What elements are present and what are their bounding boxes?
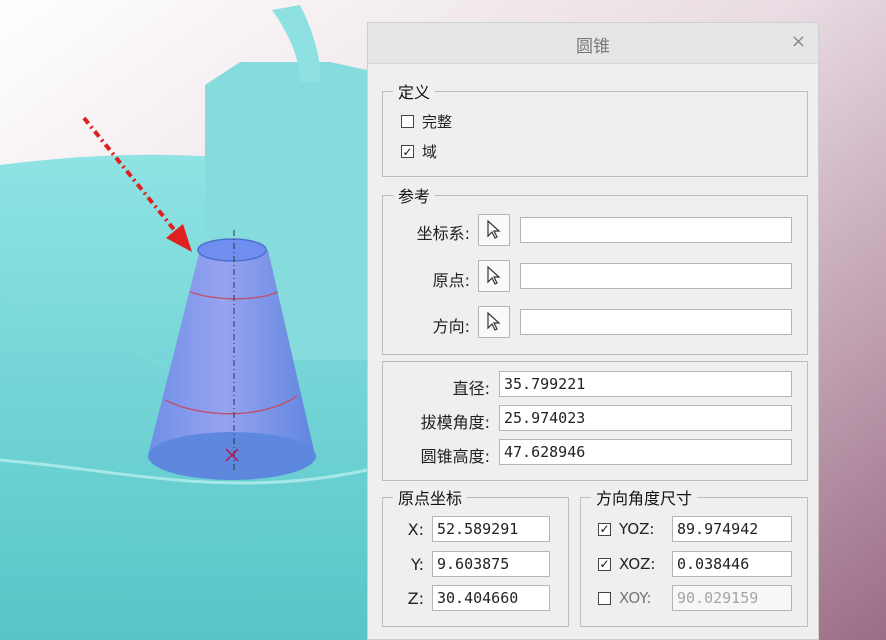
complete-label: 完整 — [422, 113, 453, 131]
xoz-label: XOZ: — [619, 555, 656, 573]
origin-x-input[interactable] — [432, 516, 550, 542]
xoy-label: XOY: — [619, 589, 652, 607]
direction-angles-legend: 方向角度尺寸 — [596, 489, 693, 508]
xoz-checkbox[interactable]: ✓ — [598, 557, 611, 571]
definition-legend: 定义 — [398, 83, 431, 102]
xoz-row[interactable]: ✓ XOZ: — [598, 555, 655, 573]
xoy-checkbox[interactable] — [598, 591, 611, 605]
origin-field[interactable] — [520, 263, 792, 289]
yoz-label: YOZ: — [619, 520, 655, 538]
origin-select-button[interactable] — [478, 260, 510, 292]
y-label: Y: — [410, 555, 424, 574]
z-label: Z: — [407, 589, 424, 608]
origin-y-input[interactable] — [432, 551, 550, 577]
x-label: X: — [407, 520, 424, 539]
direction-select-button[interactable] — [478, 306, 510, 338]
draft-angle-label: 拔模角度: — [420, 413, 490, 432]
yoz-input[interactable] — [672, 516, 792, 542]
origin-label: 原点: — [432, 271, 470, 290]
direction-field[interactable] — [520, 309, 792, 335]
reference-legend: 参考 — [398, 187, 431, 206]
yoz-row[interactable]: ✓ YOZ: — [598, 520, 654, 538]
cone-height-input[interactable] — [499, 439, 792, 465]
coord-system-field[interactable] — [520, 217, 792, 243]
complete-checkbox[interactable] — [401, 115, 414, 128]
complete-checkbox-row[interactable]: 完整 — [401, 111, 452, 132]
diameter-label: 直径: — [452, 379, 490, 398]
coord-system-select-button[interactable] — [478, 214, 510, 246]
dialog-title: 圆锥 — [576, 37, 610, 57]
origin-z-input[interactable] — [432, 585, 550, 611]
cone-height-label: 圆锥高度: — [420, 447, 490, 466]
direction-label: 方向: — [432, 317, 470, 336]
diameter-input[interactable] — [499, 371, 792, 397]
domain-checkbox-row[interactable]: ✓ 域 — [401, 141, 437, 162]
coord-system-label: 坐标系: — [416, 224, 470, 243]
xoy-row[interactable]: XOY: — [598, 589, 652, 607]
cursor-arrow-icon — [487, 220, 501, 239]
cursor-arrow-icon — [487, 312, 501, 331]
cursor-arrow-icon — [487, 266, 501, 285]
origin-coords-legend: 原点坐标 — [398, 489, 463, 508]
dialog-titlebar[interactable]: 圆锥 × — [368, 23, 818, 64]
domain-checkbox[interactable]: ✓ — [401, 145, 414, 158]
yoz-checkbox[interactable]: ✓ — [598, 522, 611, 536]
close-icon[interactable]: × — [791, 31, 806, 52]
draft-angle-input[interactable] — [499, 405, 792, 431]
xoy-input[interactable] — [672, 585, 792, 611]
xoz-input[interactable] — [672, 551, 792, 577]
domain-label: 域 — [422, 143, 438, 161]
cone-dialog: 圆锥 × 定义 完整 ✓ 域 参考 坐标系: 原点: 方向: 直径: 拔模角度:… — [367, 22, 819, 640]
